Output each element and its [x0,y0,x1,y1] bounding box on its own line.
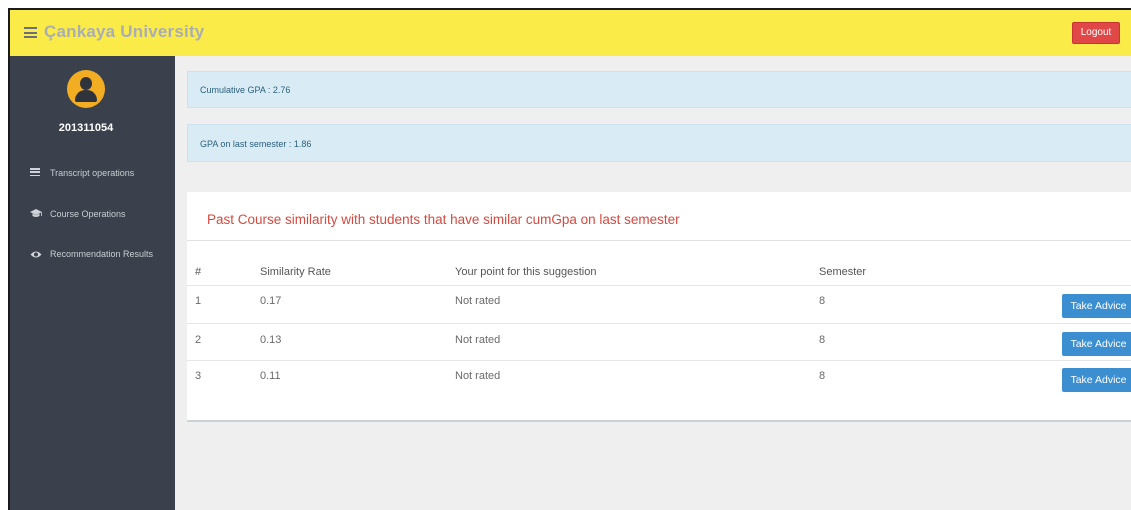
divider [187,323,1131,324]
sidebar-item-label: Transcript operations [50,168,135,178]
sidebar-item-course-operations[interactable]: Course Operations [30,207,126,221]
row-point: Not rated [455,295,501,307]
take-advice-button[interactable]: Take Advice [1062,368,1131,392]
column-header-similarity-rate: Similarity Rate [260,266,331,278]
avatar [67,70,105,108]
hamburger-menu-icon[interactable] [24,27,37,38]
cumulative-gpa-card: Cumulative GPA : 2.76 [187,71,1131,108]
row-point: Not rated [455,334,501,346]
graduation-cap-icon [30,209,44,219]
row-semester: 8 [819,370,826,382]
similarity-panel: Past Course similarity with students tha… [187,192,1131,422]
student-id: 201311054 [58,122,114,134]
last-semester-gpa-text: GPA on last semester : 1.86 [200,139,312,149]
sidebar: 201311054 Transcript operations Course O… [10,56,175,510]
take-advice-button[interactable]: Take Advice [1062,294,1131,318]
row-index: 1 [195,295,202,307]
sidebar-item-transcript-operations[interactable]: Transcript operations [30,166,134,180]
row-point: Not rated [455,370,501,382]
row-index: 3 [195,370,202,382]
logout-button[interactable]: Logout [1072,22,1120,44]
brand-title[interactable]: Çankaya University [44,22,204,42]
app-frame: Çankaya University Logout 201311054 Tran… [8,8,1131,510]
column-header-point: Your point for this suggestion [455,266,597,278]
column-header-index: # [195,266,202,278]
sidebar-item-label: Course Operations [50,209,126,219]
divider [187,240,1131,241]
menu-lines-icon [30,168,44,178]
row-semester: 8 [819,334,826,346]
eye-icon [30,250,44,259]
divider [187,360,1131,361]
sidebar-item-recommendation-results[interactable]: Recommendation Results [30,247,153,261]
row-index: 2 [195,334,202,346]
last-semester-gpa-card: GPA on last semester : 1.86 [187,124,1131,162]
row-similarity-rate: 0.13 [260,334,282,346]
top-bar: Çankaya University Logout [10,10,1131,56]
divider [187,285,1131,286]
row-similarity-rate: 0.11 [260,370,281,382]
row-semester: 8 [819,295,826,307]
user-icon [80,77,92,90]
row-similarity-rate: 0.17 [260,295,282,307]
column-header-semester: Semester [819,266,867,278]
cumulative-gpa-text: Cumulative GPA : 2.76 [200,85,291,95]
sidebar-item-label: Recommendation Results [50,249,154,259]
take-advice-button[interactable]: Take Advice [1062,332,1131,356]
panel-title: Past Course similarity with students tha… [207,212,680,227]
